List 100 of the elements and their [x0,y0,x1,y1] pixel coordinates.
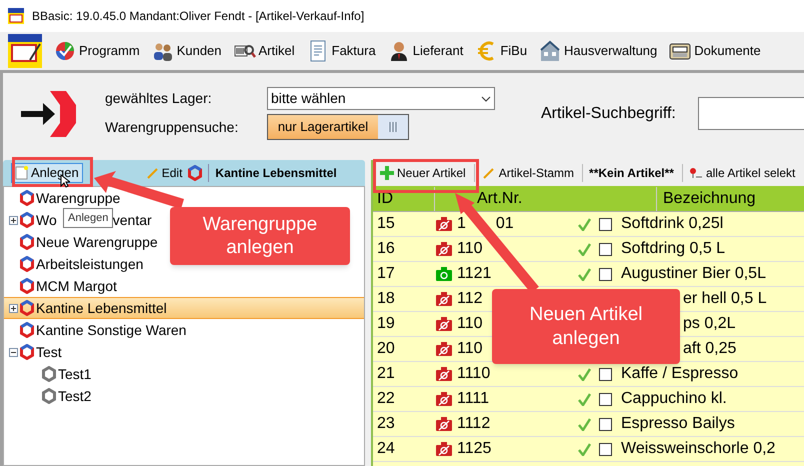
tree-item-label: Test [36,342,62,362]
tree-item[interactable]: MCM Margot [4,275,121,297]
tree-item-label: Test1 [58,364,92,384]
menu-item[interactable]: Lieferant [388,40,464,62]
tree-item-label: Kantine Lebensmittel [36,298,167,318]
table-cell: Weissweinschorle 0,2 [621,440,776,457]
house-icon [539,40,562,62]
add-button[interactable]: Anlegen [11,163,83,183]
table-cell: Kaffe / Espresso [621,365,738,382]
pin-icon [688,167,703,179]
checkbox[interactable] [598,242,612,256]
menu-item[interactable]: Kunden [152,40,222,62]
ring-icon [188,165,202,181]
ring-icon [20,278,34,294]
new-article-button[interactable]: Neuer Artikel [379,164,466,182]
tree-item[interactable]: Wo [4,209,61,231]
ring-icon [20,234,34,250]
menu-item[interactable]: Hausverwaltung [539,40,658,62]
table-cell-text: 110 [457,339,483,359]
select-all-button[interactable]: alle Artikel selekt [682,164,796,182]
table-cell: Softdring 0,5 L [621,240,726,257]
table-cell: 22 [377,390,395,407]
checkbox[interactable] [598,442,612,456]
table-cell-text: 1112 [457,414,490,434]
menu-item[interactable]: Artikel [234,40,295,62]
app-logo-icon [8,34,42,68]
table-cell: 20 [377,340,395,357]
ring-icon [20,300,34,316]
toggle-switch[interactable]: nur Lagerartikel [267,114,409,140]
table-cell-text: 01 [496,214,514,234]
checkbox[interactable] [598,268,612,280]
ring-icon [20,344,34,360]
callout: Neuen Artikel anlegen [492,289,680,364]
current-group: Kantine Lebensmittel [208,164,337,182]
menu-item[interactable]: Programm [54,40,140,62]
ring-icon [20,256,34,272]
checkbox[interactable] [598,392,612,406]
checkbox[interactable] [598,218,612,230]
tree-item[interactable]: Warengruppe [4,187,124,209]
tooltip: Anlegen [63,208,114,228]
colorful-disc-icon [54,40,76,62]
ring-icon [20,322,34,338]
tree-item[interactable]: Test1 [4,363,96,385]
tree-item[interactable]: Arbeitsleistungen [4,253,148,275]
table-cell-text: aft 0,25 [683,339,736,359]
expand-icon[interactable] [8,304,18,312]
table-cell: Cappuchino kl. [621,390,727,407]
menu-item[interactable]: FiBu [475,40,528,62]
tree-item-label: Arbeitsleistungen [36,254,144,274]
plus-icon [379,165,395,181]
tree-item[interactable]: Kantine Sonstige Waren [4,319,190,341]
ring-icon [42,366,56,382]
table-cell: 19 [377,315,395,332]
table-cell: Softdrink 0,25l [621,215,724,232]
table-cell: 16 [377,240,395,257]
table-cell: 23 [377,415,395,432]
collapse-icon[interactable] [8,348,18,356]
pencil-icon [146,167,159,179]
edit-button[interactable]: Edit [146,164,182,182]
ring-icon [20,190,34,206]
tree-item[interactable]: Kantine Lebensmittel [4,297,364,319]
tree-item-label: Warengruppe [36,188,120,208]
field-label: gewähltes Lager: [105,89,213,108]
new-page-icon [15,166,28,180]
chevron-down-icon [481,96,491,102]
article-master-button[interactable]: Artikel-Stamm [474,164,574,182]
pencil-icon [482,167,495,179]
tree-item[interactable]: Test2 [4,385,96,407]
table-cell: 21 [377,365,395,382]
tree-item-label: ventar [112,210,152,230]
search-label: Artikel-Suchbegriff: [541,104,676,124]
table-cell: 18 [377,290,395,307]
tree-item-label: Kantine Sonstige Waren [36,320,186,340]
table-cell-text: 110 [457,314,483,334]
menu-item[interactable]: Faktura [306,40,376,62]
checkbox[interactable] [598,368,612,380]
table-cell-text: 110 [457,239,483,259]
ring-icon [42,388,56,404]
checkbox[interactable] [598,418,612,430]
table-cell-text: 1 [457,214,466,234]
menu-item[interactable]: Dokumente [669,40,761,62]
tree-item-label: Wo [36,210,57,230]
tree-item-label: Neue Warengruppe [36,232,158,252]
table-cell-text: 1111 [457,389,490,409]
tree-item-label: MCM Margot [36,276,117,296]
tree-item[interactable]: Neue Warengruppe [4,231,162,253]
table-cell-text: 1125 [457,439,492,459]
app-icon [8,8,24,24]
table-cell-text: 112 [457,289,483,309]
column-header: Art.Nr. [477,190,522,206]
tree-item[interactable]: Test [4,341,66,363]
tree-item-label: Test2 [58,386,92,406]
table-cell: 24 [377,440,395,457]
table-cell-text: 1110 [457,364,490,384]
search-field[interactable] [698,97,804,130]
stock-dropdown[interactable]: bitte wählen [267,87,495,110]
field-label: Warengruppensuche: [105,118,240,137]
expand-icon[interactable] [8,216,18,224]
table-cell: Espresso Bailys [621,415,735,432]
grip-icon [378,115,408,139]
